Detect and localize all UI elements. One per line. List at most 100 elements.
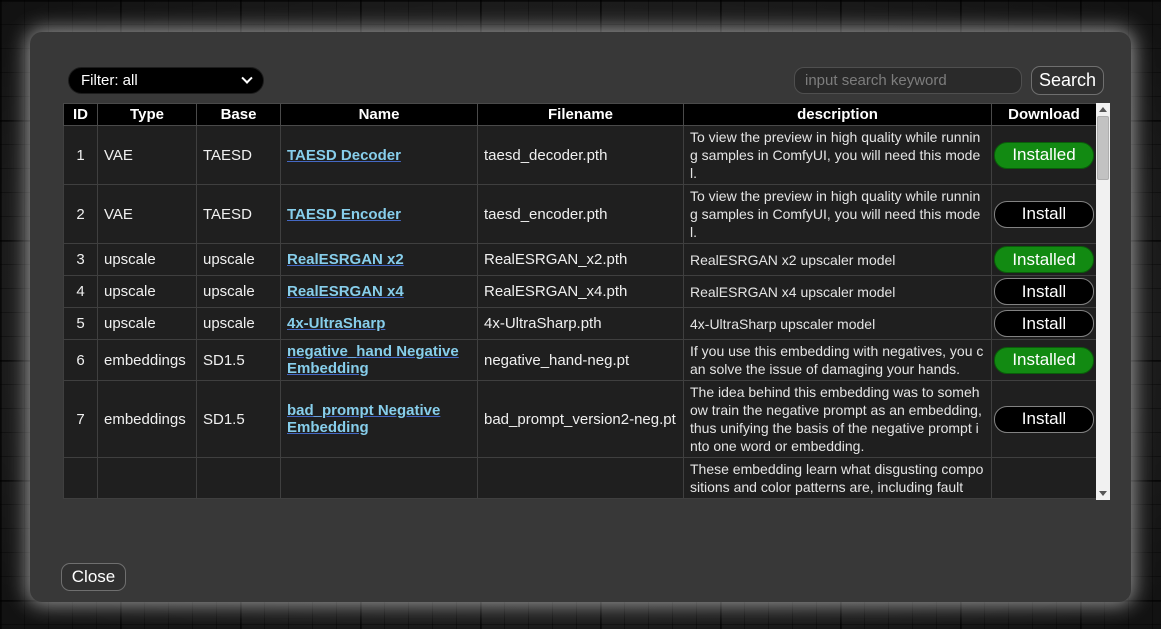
header-id: ID (64, 104, 98, 126)
cell-base: upscale (197, 276, 281, 308)
scrollbar-thumb[interactable] (1097, 116, 1109, 180)
cell-name: 4x-UltraSharp (281, 308, 478, 340)
cell-id: 7 (64, 381, 98, 458)
table-row: 1VAETAESDTAESD Decodertaesd_decoder.pthT… (64, 126, 1097, 185)
model-name-link[interactable]: bad_prompt Negative Embedding (287, 402, 440, 436)
cell-name (281, 458, 478, 499)
model-table-body: 1VAETAESDTAESD Decodertaesd_decoder.pthT… (64, 126, 1097, 499)
cell-download: Installed (992, 244, 1097, 276)
cell-download: Install (992, 276, 1097, 308)
model-table: ID Type Base Name Filename description D… (63, 103, 1097, 499)
search-button[interactable]: Search (1031, 66, 1104, 95)
cell-base (197, 458, 281, 499)
cell-type: upscale (98, 308, 197, 340)
table-row: 2VAETAESD TAESD Encoder taesd_encoder.pthT… (64, 185, 1097, 244)
cell-id: 5 (64, 308, 98, 340)
cell-description: 4x-UltraSharp upscaler model (684, 308, 992, 340)
cell-type: upscale (98, 244, 197, 276)
installed-button[interactable]: Installed (994, 246, 1094, 273)
cell-filename: negative_hand-neg.pt (478, 340, 684, 381)
header-description: description (684, 104, 992, 126)
model-name-link[interactable]: TAESD Decoder (287, 147, 401, 164)
cell-description: To view the preview in high quality whil… (684, 126, 992, 185)
install-button[interactable]: Install (994, 201, 1094, 228)
scrollbar-track[interactable] (1096, 116, 1110, 487)
table-row: 3upscaleupscaleRealESRGAN x2RealESRGAN_x… (64, 244, 1097, 276)
cell-download: Install (992, 308, 1097, 340)
header-filename: Filename (478, 104, 684, 126)
cell-filename (478, 458, 684, 499)
cell-download: Install (992, 381, 1097, 458)
model-name-link[interactable]: RealESRGAN x4 (287, 283, 404, 300)
model-table-container: ID Type Base Name Filename description D… (63, 103, 1110, 500)
cell-filename: 4x-UltraSharp.pth (478, 308, 684, 340)
chevron-down-icon (241, 72, 252, 83)
model-name-link[interactable]: TAESD Encoder (287, 206, 401, 223)
cell-type: embeddings (98, 340, 197, 381)
cell-type: VAE (98, 185, 197, 244)
cell-id: 6 (64, 340, 98, 381)
table-row: 6embeddingsSD1.5negative_hand Negative E… (64, 340, 1097, 381)
cell-filename: bad_prompt_version2-neg.pt (478, 381, 684, 458)
table-row: 7embeddingsSD1.5bad_prompt Negative Embe… (64, 381, 1097, 458)
cell-name: TAESD Encoder (281, 185, 478, 244)
filter-dropdown-value: Filter: all (81, 72, 243, 89)
cell-download: Installed (992, 126, 1097, 185)
cell-id: 1 (64, 126, 98, 185)
cell-id: 3 (64, 244, 98, 276)
table-row: These embedding learn what disgusting co… (64, 458, 1097, 499)
model-name-link[interactable]: 4x-UltraSharp (287, 315, 385, 332)
cell-download (992, 458, 1097, 499)
header-type: Type (98, 104, 197, 126)
cell-description: If you use this embedding with negatives… (684, 340, 992, 381)
install-models-dialog: Filter: all Search ID Type Base Name Fil… (30, 32, 1131, 602)
cell-type: embeddings (98, 381, 197, 458)
model-name-link[interactable]: RealESRGAN x2 (287, 251, 404, 268)
table-row: 5upscaleupscale4x-UltraSharp4x-UltraShar… (64, 308, 1097, 340)
scrollbar-down-arrow-icon[interactable] (1096, 487, 1110, 500)
cell-filename: RealESRGAN_x4.pth (478, 276, 684, 308)
filter-dropdown[interactable]: Filter: all (68, 67, 264, 94)
header-name: Name (281, 104, 478, 126)
cell-download: Install (992, 185, 1097, 244)
cell-id: 4 (64, 276, 98, 308)
model-name-link[interactable]: negative_hand Negative Embedding (287, 343, 459, 377)
cell-base: upscale (197, 308, 281, 340)
cell-description: To view the preview in high quality whil… (684, 185, 992, 244)
cell-type: upscale (98, 276, 197, 308)
cell-base: SD1.5 (197, 340, 281, 381)
scrollbar-up-arrow-icon[interactable] (1096, 103, 1110, 116)
header-download: Download (992, 104, 1097, 126)
table-header-row: ID Type Base Name Filename description D… (64, 104, 1097, 126)
close-button[interactable]: Close (61, 563, 126, 591)
cell-name: bad_prompt Negative Embedding (281, 381, 478, 458)
table-scrollbar[interactable] (1096, 103, 1110, 500)
cell-filename: RealESRGAN_x2.pth (478, 244, 684, 276)
installed-button[interactable]: Installed (994, 142, 1094, 169)
cell-filename: taesd_decoder.pth (478, 126, 684, 185)
cell-filename: taesd_encoder.pth (478, 185, 684, 244)
cell-type (98, 458, 197, 499)
cell-type: VAE (98, 126, 197, 185)
comfyui-canvas: { "modal": { "filter": { "selected": "Fi… (0, 0, 1161, 629)
installed-button[interactable]: Installed (994, 347, 1094, 374)
cell-base: TAESD (197, 185, 281, 244)
cell-name: RealESRGAN x4 (281, 276, 478, 308)
header-base: Base (197, 104, 281, 126)
install-button[interactable]: Install (994, 278, 1094, 305)
install-button[interactable]: Install (994, 310, 1094, 337)
cell-download: Installed (992, 340, 1097, 381)
cell-name: RealESRGAN x2 (281, 244, 478, 276)
cell-description: The idea behind this embedding was to so… (684, 381, 992, 458)
cell-description: RealESRGAN x4 upscaler model (684, 276, 992, 308)
cell-base: upscale (197, 244, 281, 276)
install-button[interactable]: Install (994, 406, 1094, 433)
cell-description: RealESRGAN x2 upscaler model (684, 244, 992, 276)
cell-id: 2 (64, 185, 98, 244)
cell-name: TAESD Decoder (281, 126, 478, 185)
table-row: 4upscaleupscaleRealESRGAN x4RealESRGAN_x… (64, 276, 1097, 308)
search-input[interactable] (794, 67, 1022, 94)
cell-name: negative_hand Negative Embedding (281, 340, 478, 381)
cell-id (64, 458, 98, 499)
cell-description: These embedding learn what disgusting co… (684, 458, 992, 499)
